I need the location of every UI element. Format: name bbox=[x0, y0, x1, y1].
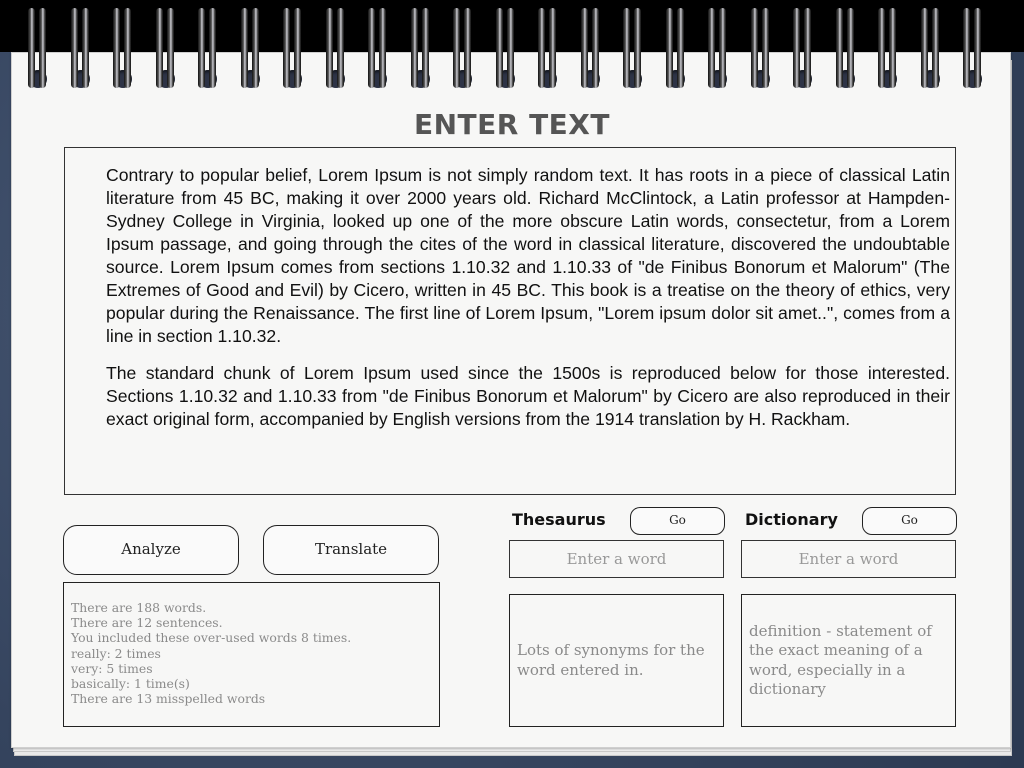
spiral-ring bbox=[792, 8, 814, 92]
analysis-line: basically: 1 time(s) bbox=[71, 676, 190, 692]
spiral-ring bbox=[367, 8, 389, 92]
thesaurus-label: Thesaurus bbox=[512, 510, 606, 529]
spiral-ring bbox=[580, 8, 602, 92]
spiral-ring bbox=[665, 8, 687, 92]
spiral-ring bbox=[240, 8, 262, 92]
dictionary-label: Dictionary bbox=[745, 510, 838, 529]
spiral-ring bbox=[750, 8, 772, 92]
dictionary-result-text: definition - statement of the exact mean… bbox=[749, 621, 932, 699]
text-entry-area[interactable]: Contrary to popular belief, Lorem Ipsum … bbox=[64, 147, 956, 495]
spiral-ring bbox=[537, 8, 559, 92]
spiral-ring bbox=[962, 8, 984, 92]
analyze-button[interactable]: Analyze bbox=[63, 525, 239, 575]
text-paragraph-1: Contrary to popular belief, Lorem Ipsum … bbox=[106, 165, 950, 346]
spiral-ring bbox=[877, 8, 899, 92]
dictionary-input[interactable]: Enter a word bbox=[741, 540, 956, 578]
spiral-ring bbox=[112, 8, 134, 92]
spiral-binding bbox=[0, 0, 1024, 100]
spiral-ring bbox=[197, 8, 219, 92]
thesaurus-go-button[interactable]: Go bbox=[630, 507, 725, 535]
thesaurus-result-box: Lots of synonyms for the word entered in… bbox=[509, 594, 724, 727]
spiral-ring bbox=[622, 8, 644, 92]
analysis-line: There are 13 misspelled words bbox=[71, 691, 266, 707]
dictionary-go-button[interactable]: Go bbox=[862, 507, 957, 535]
analysis-line: really: 2 times bbox=[71, 645, 161, 661]
spiral-ring bbox=[325, 8, 347, 92]
spiral-ring bbox=[452, 8, 474, 92]
text-paragraph-2: The standard chunk of Lorem Ipsum used s… bbox=[106, 363, 950, 429]
spiral-ring bbox=[707, 8, 729, 92]
thesaurus-result-text: Lots of synonyms for the word entered in… bbox=[517, 641, 705, 679]
dictionary-result-box: definition - statement of the exact mean… bbox=[741, 594, 956, 727]
translate-button[interactable]: Translate bbox=[263, 525, 439, 575]
spiral-ring bbox=[495, 8, 517, 92]
page-title: ENTER TEXT bbox=[413, 108, 610, 141]
spiral-ring bbox=[155, 8, 177, 92]
analysis-line: There are 188 words. bbox=[71, 600, 207, 615]
spiral-ring bbox=[70, 8, 92, 92]
analysis-line: There are 12 sentences. bbox=[71, 615, 223, 631]
spiral-ring bbox=[920, 8, 942, 92]
analysis-line: very: 5 times bbox=[71, 660, 153, 676]
analysis-line: You included these over-used words 8 tim… bbox=[71, 630, 352, 646]
spiral-ring bbox=[282, 8, 304, 92]
spiral-ring bbox=[27, 8, 49, 92]
spiral-ring bbox=[410, 8, 432, 92]
thesaurus-input[interactable]: Enter a word bbox=[509, 540, 724, 578]
analysis-results-panel: There are 188 words. There are 12 senten… bbox=[63, 582, 440, 727]
spiral-ring bbox=[835, 8, 857, 92]
